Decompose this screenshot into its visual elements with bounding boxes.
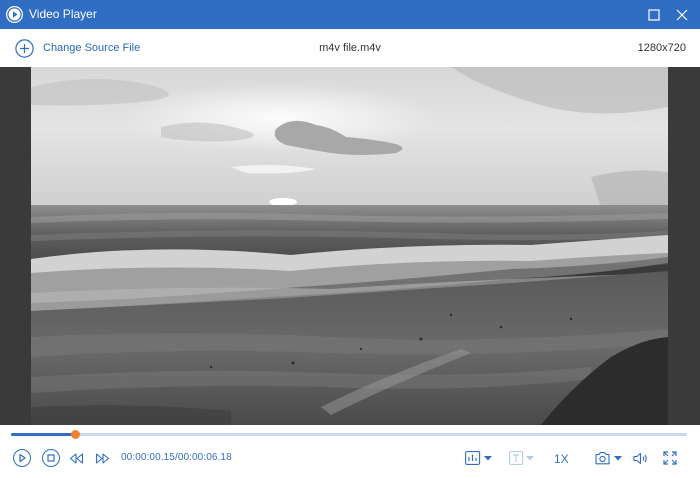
seek-bar[interactable] (11, 430, 687, 439)
play-button[interactable] (13, 449, 31, 467)
volume-icon (633, 452, 647, 464)
stop-icon (47, 454, 55, 462)
video-resolution: 1280x720 (637, 42, 686, 54)
play-icon (19, 453, 26, 463)
audio-track-icon (465, 451, 492, 465)
snapshot-button[interactable] (595, 449, 623, 467)
subtitle-button[interactable] (509, 449, 535, 467)
play-circle-icon (6, 6, 23, 23)
camera-icon (595, 451, 622, 465)
maximize-icon (648, 8, 660, 21)
next-frame-button[interactable] (94, 449, 110, 467)
maximize-button[interactable] (640, 0, 668, 29)
file-name: m4v file.m4v (319, 42, 381, 54)
video-frame[interactable] (31, 67, 668, 425)
speed-button[interactable]: 1X (554, 452, 569, 466)
current-time: 00:00:00.15 (121, 452, 175, 463)
fullscreen-button[interactable] (662, 449, 677, 467)
close-button[interactable] (668, 0, 696, 29)
top-toolbar: Change Source File m4v file.m4v 1280x720 (0, 29, 700, 67)
fullscreen-icon (662, 451, 677, 465)
volume-button[interactable] (633, 449, 649, 467)
previous-frame-button[interactable] (68, 449, 84, 467)
time-display: 00:00:00.15/00:00:06.18 (121, 452, 232, 463)
title-bar: Video Player (0, 0, 700, 29)
window-title: Video Player (29, 7, 97, 21)
video-stage (0, 67, 700, 425)
seek-thumb[interactable] (70, 430, 80, 439)
total-time: /00:00:06.18 (174, 452, 232, 463)
stop-button[interactable] (42, 449, 60, 467)
playback-controls: 00:00:00.15/00:00:06.18 1X (0, 425, 700, 478)
previous-frame-icon (69, 452, 83, 464)
next-frame-icon (95, 452, 109, 464)
seek-progress (11, 433, 75, 436)
audio-track-button[interactable] (465, 449, 493, 467)
video-frame-image (31, 67, 668, 425)
subtitle-icon (509, 451, 534, 465)
close-icon (676, 9, 688, 20)
